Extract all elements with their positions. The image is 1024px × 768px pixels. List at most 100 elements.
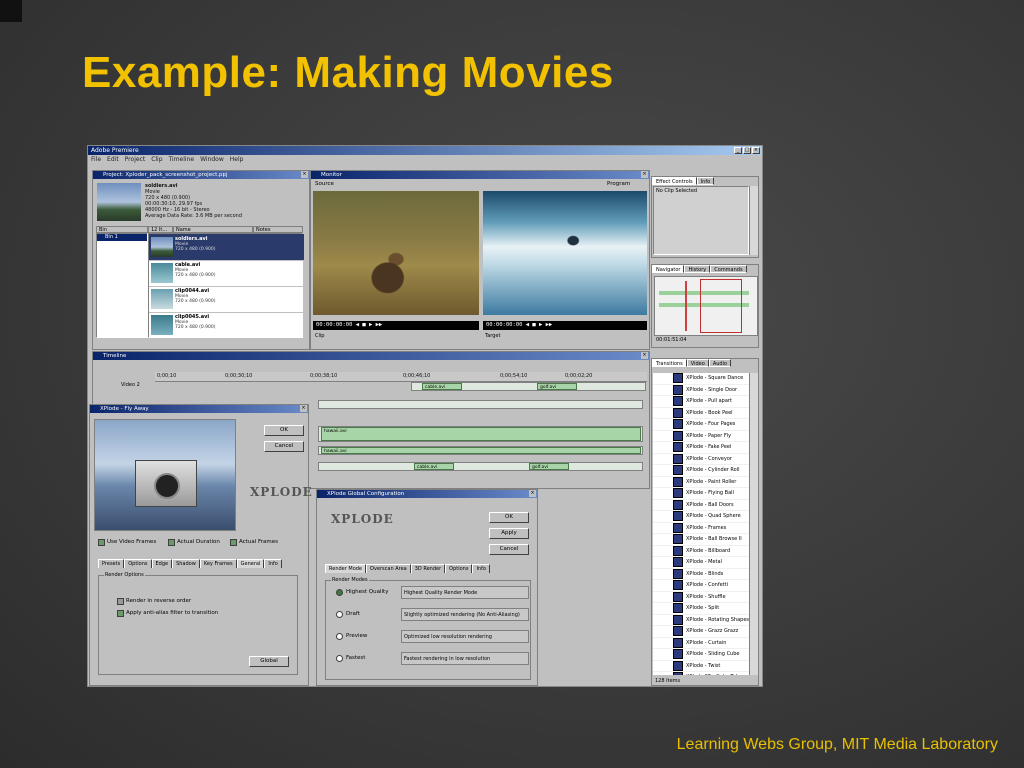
ok-button[interactable]: OK — [264, 425, 304, 436]
tab-info[interactable]: Info — [264, 559, 282, 568]
tab-video[interactable]: Video — [686, 359, 709, 367]
transition-item[interactable]: XPlode - Conveyor — [653, 453, 749, 465]
timeline-clip[interactable]: hawaii.avi — [321, 447, 641, 454]
tab-effect-controls[interactable]: Effect Controls — [652, 177, 697, 185]
transition-item[interactable]: XPlode - Book Peel — [653, 407, 749, 419]
anti-alias-checkbox[interactable]: Apply anti-alias filter to transition — [117, 610, 218, 617]
tab-presets[interactable]: Presets — [98, 559, 125, 568]
tab-options[interactable]: Options — [445, 564, 473, 573]
transition-item[interactable]: XPlode - Frames — [653, 522, 749, 534]
transition-item[interactable]: XPlode - Four Pages — [653, 419, 749, 431]
transition-item[interactable]: XPlode - Grazz Grazz — [653, 626, 749, 638]
timeline-clip[interactable]: cable.avi — [422, 383, 462, 390]
transition-item[interactable]: XPlode - Ball Browse II — [653, 534, 749, 546]
scrollbar[interactable] — [749, 186, 758, 255]
menu-window[interactable]: Window — [200, 155, 224, 164]
program-transport[interactable]: 00:00:00:00 ◀ ■ ▶ ▶▶ — [483, 321, 647, 330]
mode-fastest-radio[interactable]: Fastest — [336, 655, 365, 662]
minimize-icon[interactable]: _ — [734, 147, 742, 154]
menu-clip[interactable]: Clip — [151, 155, 162, 164]
tab-general[interactable]: General — [236, 559, 265, 568]
tab-history[interactable]: History — [684, 265, 711, 273]
transition-item[interactable]: XPlode - Sliding Cube — [653, 649, 749, 661]
transition-item[interactable]: XPlode - Confetti — [653, 580, 749, 592]
transition-item[interactable]: XPlode - Ball Doors — [653, 499, 749, 511]
timeline-clip[interactable]: hawaii.avi — [321, 427, 641, 441]
tab-shadow[interactable]: Shadow — [172, 559, 200, 568]
reverse-order-checkbox[interactable]: Render in reverse order — [117, 598, 191, 605]
tab-render-mode[interactable]: Render Mode — [325, 564, 367, 573]
navigator-view[interactable] — [654, 276, 758, 336]
timeline-track[interactable]: cable.avi golf.avi — [411, 382, 646, 391]
timeline-clip[interactable]: golf.avi — [529, 463, 569, 470]
bin-item[interactable]: Bin 1 — [97, 234, 147, 241]
close-icon[interactable]: × — [641, 171, 648, 178]
list-item[interactable]: clip0044.avi Movie 720 x 480 (0.900) — [149, 286, 304, 313]
maximize-icon[interactable]: □ — [743, 147, 751, 154]
column-name[interactable]: Name — [173, 226, 253, 233]
transition-item[interactable]: XPlode - Cylinder Roll — [653, 465, 749, 477]
transition-item[interactable]: XPlode - Square Dance — [653, 373, 749, 385]
transition-item[interactable]: XPlode - Single Door — [653, 384, 749, 396]
timeline-track[interactable]: cable.avi golf.avi — [318, 462, 643, 471]
transition-item[interactable]: XPlode - Twist — [653, 660, 749, 672]
menu-project[interactable]: Project — [125, 155, 146, 164]
menu-file[interactable]: File — [91, 155, 101, 164]
transition-item[interactable]: XPlode - Quad Sphere — [653, 511, 749, 523]
list-item[interactable]: soldiers.avi Movie 720 x 480 (0.900) — [149, 234, 304, 261]
close-icon[interactable]: × — [300, 405, 307, 412]
close-icon[interactable]: × — [529, 490, 536, 497]
timeline-track[interactable] — [318, 400, 643, 409]
list-item[interactable]: cable.avi Movie 720 x 480 (0.900) — [149, 260, 304, 287]
actual-frames-checkbox[interactable]: Actual Frames — [230, 539, 278, 546]
apply-button[interactable]: Apply — [489, 528, 529, 539]
use-video-frames-checkbox[interactable]: Use Video Frames — [98, 539, 156, 546]
list-item[interactable]: clip0045.avi Movie 720 x 480 (0.900) — [149, 312, 304, 339]
transition-item[interactable]: XPlode - Paper Fly — [653, 430, 749, 442]
tab-overscan-area[interactable]: Overscan Area — [366, 564, 411, 573]
transition-item[interactable]: XPlode - Shuffle — [653, 591, 749, 603]
cancel-button[interactable]: Cancel — [264, 441, 304, 452]
tab-audio[interactable]: Audio — [708, 359, 732, 367]
column-notes[interactable]: Notes — [253, 226, 303, 233]
transition-item[interactable]: XPlode - Metal — [653, 557, 749, 569]
tab-navigator[interactable]: Navigator — [652, 265, 685, 273]
transition-item[interactable]: XPlode - Split — [653, 603, 749, 615]
mode-draft-radio[interactable]: Draft — [336, 611, 360, 618]
tab-commands[interactable]: Commands — [710, 265, 747, 273]
cancel-button[interactable]: Cancel — [489, 544, 529, 555]
menu-help[interactable]: Help — [230, 155, 244, 164]
transition-item[interactable]: XPlode - Rotating Shapes — [653, 614, 749, 626]
transition-item[interactable]: XPlode - Blinds — [653, 568, 749, 580]
actual-duration-checkbox[interactable]: Actual Duration — [168, 539, 220, 546]
timeline-ruler[interactable]: 0;00;10 0;00;30;10 0;00;38;10 0;00;46;10… — [155, 372, 647, 382]
transition-item[interactable]: XPlode - Fake Peel — [653, 442, 749, 454]
tab-info[interactable]: Info — [696, 177, 715, 185]
close-icon[interactable]: × — [641, 352, 648, 359]
tab-key-frames[interactable]: Key Frames — [199, 559, 237, 568]
tab-3d-render[interactable]: 3D Render — [410, 564, 446, 573]
menu-timeline[interactable]: Timeline — [169, 155, 195, 164]
timeline-clip[interactable]: cable.avi — [414, 463, 454, 470]
global-button[interactable]: Global — [249, 656, 289, 667]
tab-options[interactable]: Options — [124, 559, 152, 568]
transition-item[interactable]: XPlode - Paint Roller — [653, 476, 749, 488]
tab-transitions[interactable]: Transitions — [652, 359, 687, 367]
mode-highest-quality-radio[interactable]: Highest Quality — [336, 589, 388, 596]
column-items[interactable]: 12 It... — [148, 226, 173, 233]
timeline-track[interactable]: hawaii.avi — [318, 426, 643, 442]
transition-item[interactable]: XPlode - Billboard — [653, 545, 749, 557]
tab-info[interactable]: Info — [472, 564, 490, 573]
source-transport[interactable]: 00:00:00:00 ◀ ■ ▶ ▶▶ — [313, 321, 479, 330]
transition-item[interactable]: XPlode - Flying Ball — [653, 488, 749, 500]
timeline-track[interactable]: hawaii.avi — [318, 446, 643, 455]
timeline-clip[interactable]: golf.avi — [537, 383, 577, 390]
mode-preview-radio[interactable]: Preview — [336, 633, 367, 640]
column-bin[interactable]: Bin — [96, 226, 148, 233]
scrollbar[interactable] — [749, 373, 758, 675]
transition-item[interactable]: XPlode - Pull apart — [653, 396, 749, 408]
close-icon[interactable]: × — [301, 171, 308, 178]
menu-edit[interactable]: Edit — [107, 155, 119, 164]
ok-button[interactable]: OK — [489, 512, 529, 523]
tab-edge[interactable]: Edge — [151, 559, 173, 568]
